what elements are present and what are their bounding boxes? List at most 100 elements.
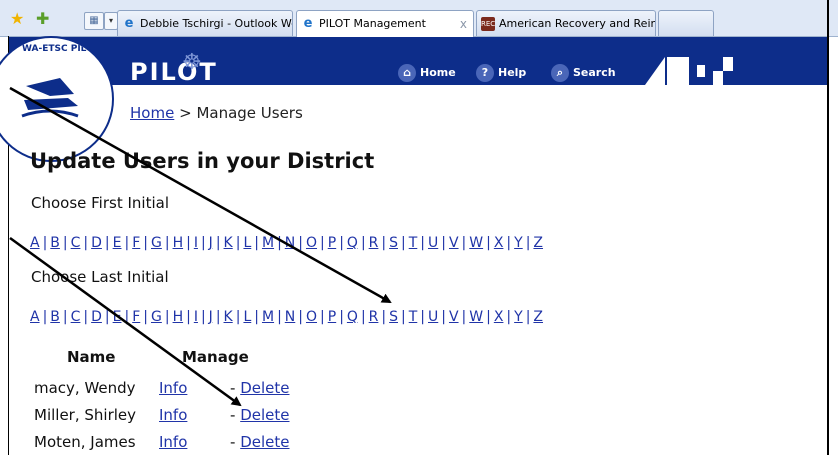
nav-search-button[interactable]: ⌕ Search [551, 63, 616, 83]
first-initial-letter-link[interactable]: S [389, 235, 398, 251]
letter-separator: | [42, 309, 48, 325]
last-initial-letter-link[interactable]: N [285, 309, 295, 325]
ie-icon: e [124, 16, 134, 31]
signal-flags-logo [645, 57, 735, 85]
last-initial-letter-link[interactable]: B [50, 309, 60, 325]
first-initial-letter-link[interactable]: B [50, 235, 60, 251]
last-initial-letter-link[interactable]: R [369, 309, 379, 325]
last-initial-letter-link[interactable]: V [449, 309, 459, 325]
first-initial-letter-link[interactable]: Y [514, 235, 523, 251]
nav-help-button[interactable]: ? Help [476, 63, 526, 83]
first-initial-letter-link[interactable]: T [409, 235, 418, 251]
letter-separator: | [143, 235, 148, 251]
last-initial-letter-link[interactable]: J [209, 309, 213, 325]
last-initial-letter-link[interactable]: I [194, 309, 198, 325]
last-initial-letter-link[interactable]: M [262, 309, 274, 325]
delete-link[interactable]: Delete [240, 406, 289, 424]
last-initial-letter-link[interactable]: K [224, 309, 233, 325]
tab-new[interactable] [658, 10, 714, 36]
letter-separator: | [186, 235, 191, 251]
first-initial-letter-link[interactable]: R [369, 235, 379, 251]
first-initial-label: Choose First Initial [31, 194, 169, 212]
letter-separator: | [277, 309, 282, 325]
tab-american-recovery[interactable]: REC American Recovery and Rein... [476, 10, 656, 36]
close-tab-icon[interactable]: x [460, 11, 467, 37]
letter-separator: | [525, 235, 531, 251]
first-initial-letter-link[interactable]: V [449, 235, 459, 251]
last-initial-letter-link[interactable]: Z [533, 309, 543, 325]
tab-pilot-management[interactable]: e PILOT Management x [296, 10, 474, 37]
last-initial-letter-link[interactable]: Q [347, 309, 358, 325]
first-initial-letter-link[interactable]: M [262, 235, 274, 251]
last-initial-letter-link[interactable]: C [71, 309, 81, 325]
first-initial-letter-link[interactable]: C [71, 235, 81, 251]
first-initial-letter-link[interactable]: N [285, 235, 295, 251]
favorites-star-icon[interactable]: ★ [10, 11, 26, 27]
first-initial-letter-link[interactable]: H [173, 235, 184, 251]
tab-list-dropdown-icon[interactable]: ▾ [104, 12, 118, 30]
first-initial-letter-link[interactable]: E [113, 235, 122, 251]
last-initial-letter-link[interactable]: P [328, 309, 336, 325]
info-link[interactable]: Info [159, 406, 187, 424]
first-initial-letter-link[interactable]: W [469, 235, 483, 251]
letter-separator: | [83, 235, 89, 251]
last-initial-letter-link[interactable]: D [91, 309, 102, 325]
dash: - [230, 433, 236, 451]
first-initial-letter-link[interactable]: U [428, 235, 438, 251]
letter-separator: | [124, 309, 130, 325]
last-initial-letter-link[interactable]: F [132, 309, 140, 325]
letter-separator: | [360, 235, 366, 251]
last-initial-letter-link[interactable]: X [494, 309, 504, 325]
user-row: macy, Wendy Info - Delete [34, 379, 434, 399]
tab-outlook[interactable]: e Debbie Tschirgi - Outlook We... [117, 10, 293, 36]
last-initial-letter-link[interactable]: S [389, 309, 398, 325]
delete-link[interactable]: Delete [240, 433, 289, 451]
info-link[interactable]: Info [159, 433, 187, 451]
first-initial-letter-link[interactable]: G [151, 235, 162, 251]
first-initial-letter-link[interactable]: D [91, 235, 102, 251]
last-initial-letter-link[interactable]: T [409, 309, 418, 325]
quick-tabs-icon[interactable]: ▦ [84, 12, 104, 30]
first-initial-letter-link[interactable]: O [306, 235, 317, 251]
last-initial-letter-link[interactable]: E [113, 309, 122, 325]
letter-separator: | [298, 235, 303, 251]
last-initial-letter-link[interactable]: G [151, 309, 162, 325]
last-initial-letter-link[interactable]: H [173, 309, 184, 325]
last-initial-letter-link[interactable]: O [306, 309, 317, 325]
nav-home-button[interactable]: ⌂ Home [398, 63, 456, 83]
letter-separator: | [320, 235, 325, 251]
first-initial-letter-link[interactable]: K [224, 235, 233, 251]
first-initial-letter-link[interactable]: Q [347, 235, 358, 251]
breadcrumb-separator: > [179, 104, 192, 122]
first-initial-letter-link[interactable]: J [209, 235, 213, 251]
last-initial-letter-link[interactable]: L [243, 309, 251, 325]
first-initial-letter-link[interactable]: F [132, 235, 140, 251]
letter-separator: | [42, 235, 48, 251]
last-initial-letter-link[interactable]: A [30, 309, 40, 325]
last-initial-letter-link[interactable]: U [428, 309, 438, 325]
last-initial-letter-link[interactable]: Y [514, 309, 523, 325]
letter-separator: | [277, 235, 282, 251]
tab-label: American Recovery and Rein... [499, 17, 656, 30]
breadcrumb: Home > Manage Users [130, 104, 303, 122]
first-initial-letter-link[interactable]: Z [533, 235, 543, 251]
page-title: Update Users in your District [30, 149, 375, 173]
first-initial-letter-link[interactable]: L [243, 235, 251, 251]
first-initial-letter-link[interactable]: A [30, 235, 40, 251]
first-initial-letter-link[interactable]: X [494, 235, 504, 251]
letter-separator: | [360, 309, 366, 325]
dash: - [230, 406, 236, 424]
first-initial-letter-link[interactable]: P [328, 235, 336, 251]
letter-separator: | [486, 309, 491, 325]
letter-separator: | [235, 235, 241, 251]
add-favorite-icon[interactable]: ✚ [36, 11, 52, 27]
info-link[interactable]: Info [159, 379, 187, 397]
wa-etsc-pilot-logo[interactable]: WA-ETSC PILOT [0, 36, 114, 162]
delete-link[interactable]: Delete [240, 379, 289, 397]
first-initial-letter-link[interactable]: I [194, 235, 198, 251]
letter-separator: | [506, 309, 512, 325]
ship-icon [21, 78, 79, 118]
last-initial-letter-link[interactable]: W [469, 309, 483, 325]
breadcrumb-home-link[interactable]: Home [130, 104, 174, 122]
letter-separator: | [124, 235, 130, 251]
